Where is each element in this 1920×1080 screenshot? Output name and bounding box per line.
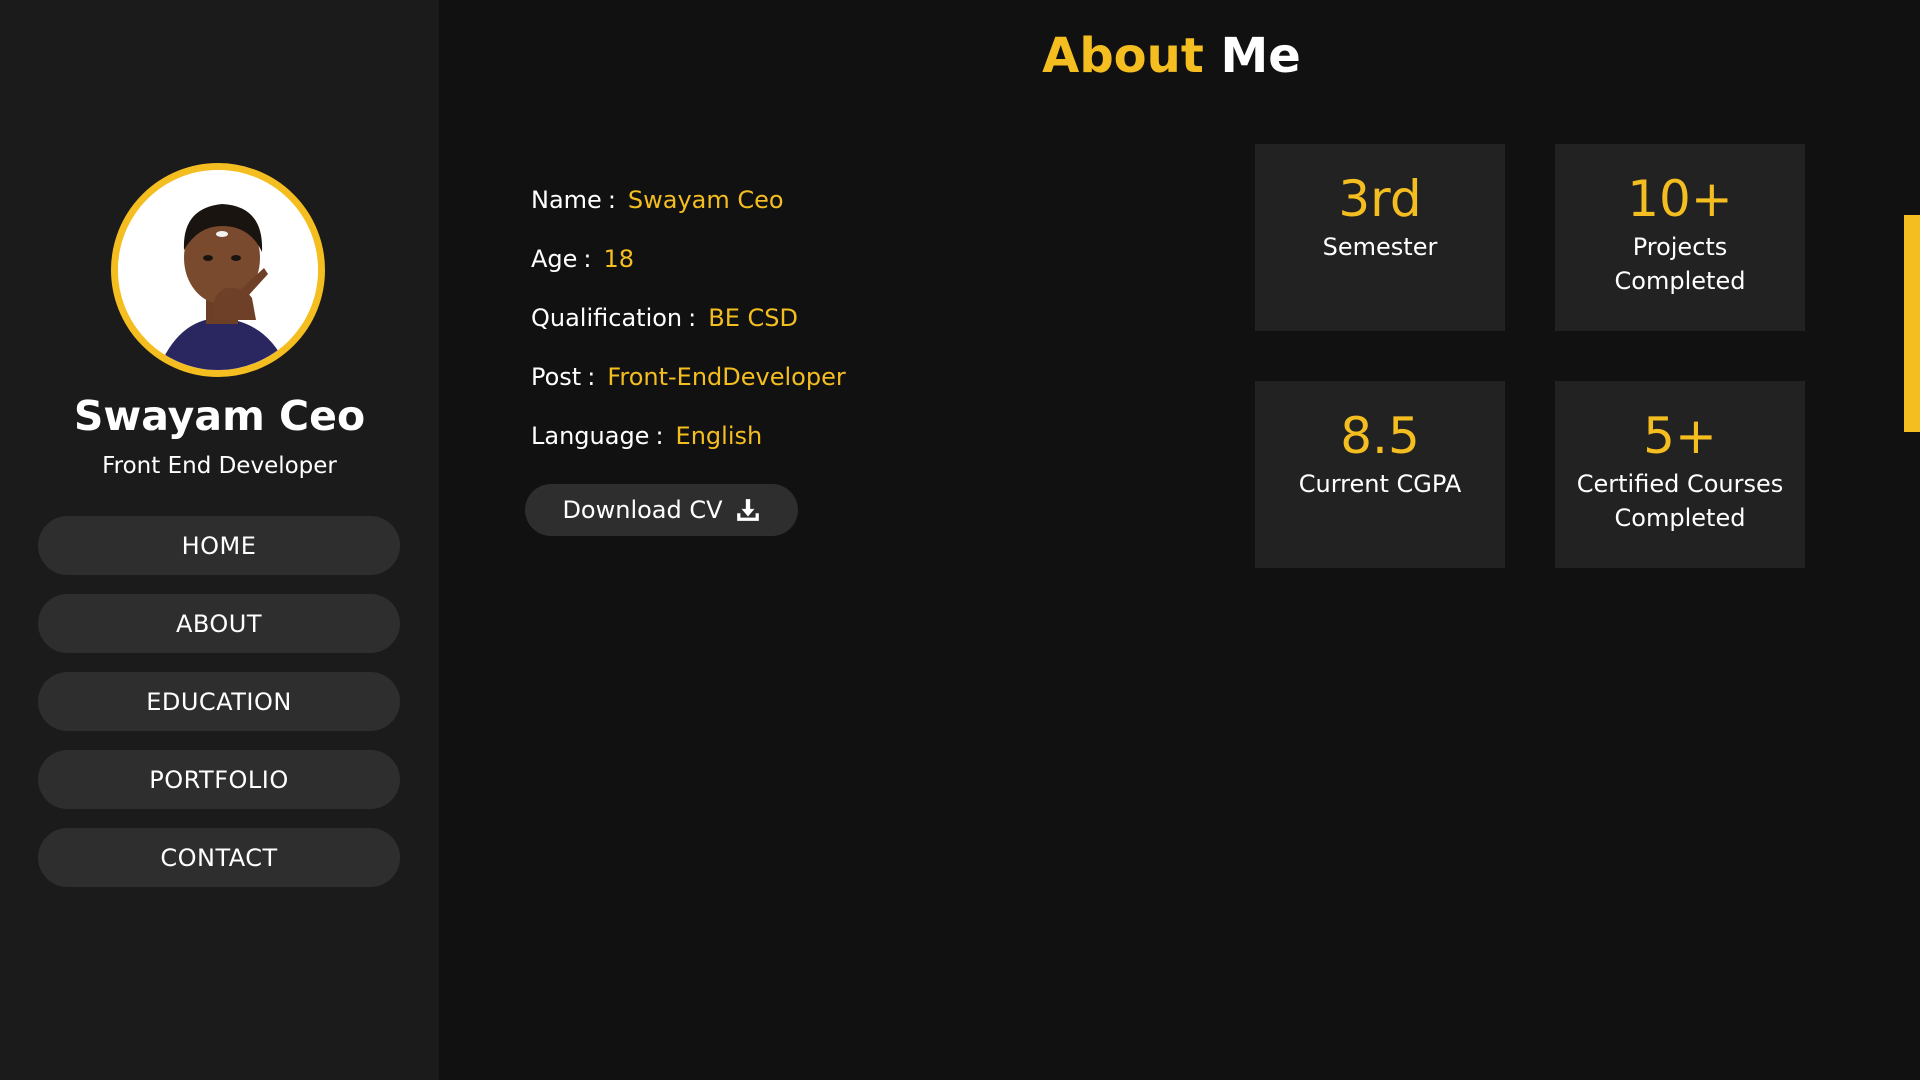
download-cv-button[interactable]: Download CV [525,484,798,536]
nav-item-portfolio[interactable]: PORTFOLIO [38,750,400,809]
page: Swayam Ceo Front End Developer HOME ABOU… [0,0,1920,1080]
avatar [111,163,325,377]
stat-label: Projects Completed [1614,233,1746,295]
info-value: 18 [603,245,635,273]
info-value: BE CSD [708,304,798,332]
stat-card-courses: 5+ Certified Courses Completed [1555,381,1805,568]
stat-value: 8.5 [1340,407,1420,465]
nav-item-contact[interactable]: CONTACT [38,828,400,887]
stat-card-cgpa: 8.5 Current CGPA [1255,381,1505,568]
info-separator: : [583,245,592,273]
info-row-age: Age : 18 [531,245,846,304]
stat-card-semester: 3rd Semester [1255,144,1505,331]
info-row-post: Post : Front-EndDeveloper [531,363,846,422]
info-label: Qualification [531,304,683,332]
info-separator: : [655,422,664,450]
personal-info: Name : Swayam Ceo Age : 18 Qualification… [531,186,846,481]
info-row-name: Name : Swayam Ceo [531,186,846,245]
nav-item-about[interactable]: ABOUT [38,594,400,653]
info-value: Swayam Ceo [627,186,784,214]
profile-role: Front End Developer [102,453,337,479]
page-title-rest: Me [1220,28,1301,84]
profile-photo [118,170,318,370]
page-title-accent: About [1042,28,1204,84]
download-icon [735,497,761,523]
scrollbar-track[interactable] [1904,0,1920,1080]
info-label: Language [531,422,650,450]
scrollbar-thumb[interactable] [1904,215,1920,432]
info-separator: : [607,186,616,214]
stat-card-projects: 10+ Projects Completed [1555,144,1805,331]
stat-value: 10+ [1627,170,1733,228]
nav-item-education[interactable]: EDUCATION [38,672,400,731]
stat-label: Semester [1322,233,1438,261]
stat-value: 3rd [1338,170,1422,228]
nav-item-home[interactable]: HOME [38,516,400,575]
info-separator: : [587,363,596,391]
download-cv-label: Download CV [562,496,723,524]
info-label: Name [531,186,602,214]
sidebar-nav: HOME ABOUT EDUCATION PORTFOLIO CONTACT [38,516,400,906]
info-value: Front-EndDeveloper [607,363,846,391]
profile-name: Swayam Ceo [73,392,366,440]
stat-label: Certified Courses Completed [1576,470,1784,532]
page-title: About Me [439,28,1904,84]
info-value: English [675,422,763,450]
stat-value: 5+ [1643,407,1717,465]
info-row-language: Language : English [531,422,846,481]
info-row-qualification: Qualification : BE CSD [531,304,846,363]
stat-label: Current CGPA [1298,470,1462,498]
info-label: Age [531,245,578,273]
info-label: Post [531,363,582,391]
info-separator: : [688,304,697,332]
sidebar: Swayam Ceo Front End Developer HOME ABOU… [0,0,439,1080]
